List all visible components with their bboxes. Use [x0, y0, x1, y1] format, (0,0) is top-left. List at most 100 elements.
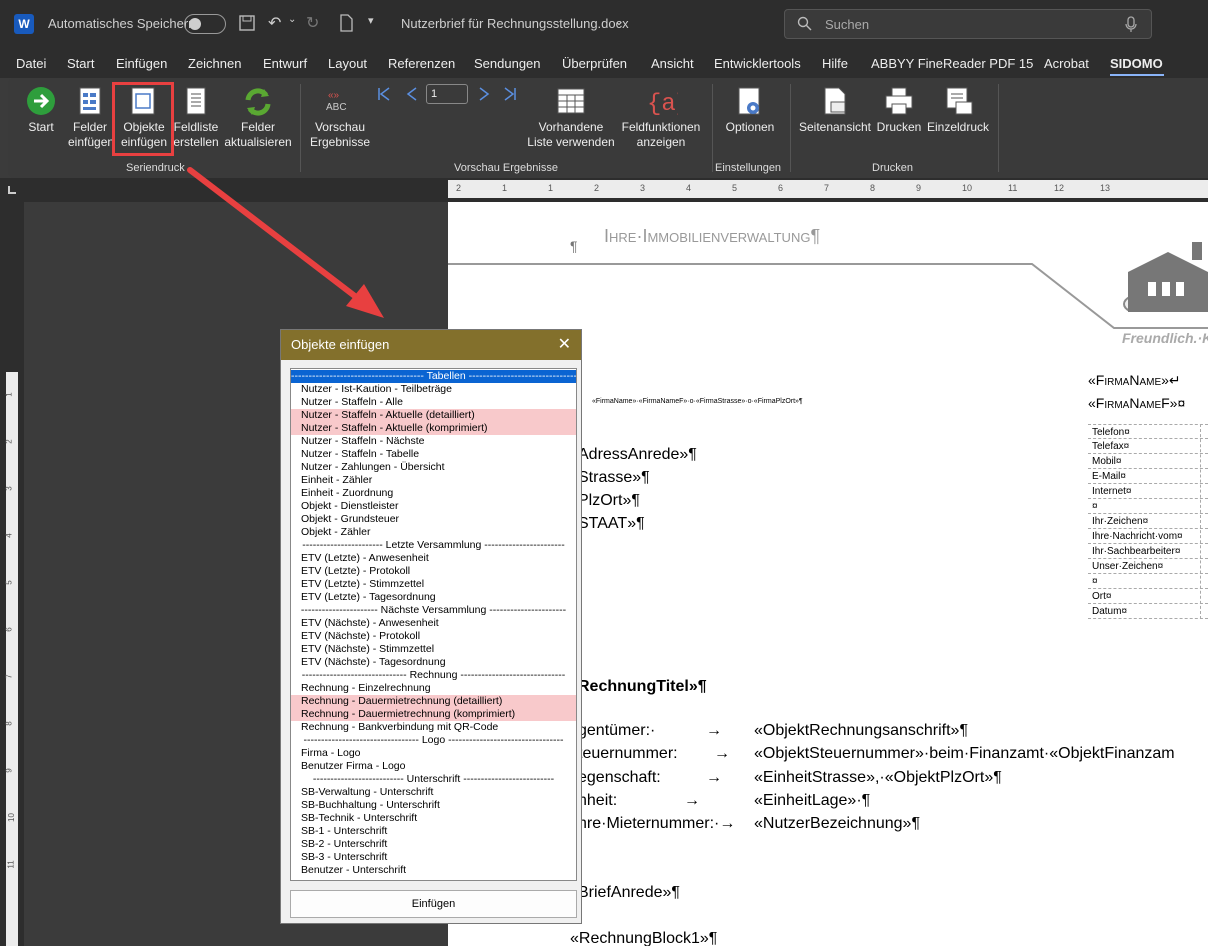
save-icon[interactable] [238, 14, 256, 32]
list-item[interactable]: Benutzer - Unterschrift [291, 864, 576, 877]
menu-hilfe[interactable]: Hilfe [822, 56, 848, 71]
list-item[interactable]: Rechnung - Einzelrechnung [291, 682, 576, 695]
list-item[interactable]: ETV (Letzte) - Protokoll [291, 565, 576, 578]
list-item[interactable]: Nutzer - Staffeln - Aktuelle (komprimier… [291, 422, 576, 435]
list-item[interactable]: ETV (Nächste) - Stimmzettel [291, 643, 576, 656]
menu-datei[interactable]: Datei [16, 56, 46, 71]
list-group-header[interactable]: --------------------------------- Logo -… [291, 734, 576, 747]
ruler-number: 8 [870, 183, 876, 193]
redo-icon[interactable]: ↻ [306, 13, 319, 33]
list-item[interactable]: Benutzer Firma - Logo [291, 760, 576, 773]
menu-start[interactable]: Start [67, 56, 94, 71]
list-group-header[interactable]: -------------------------------------- T… [291, 370, 576, 383]
microphone-icon[interactable] [1125, 16, 1137, 34]
undo-dropdown-icon[interactable]: ⌄ [288, 14, 296, 25]
objects-listbox[interactable]: -------------------------------------- T… [290, 368, 577, 881]
ruler-number: 13 [1100, 183, 1111, 193]
vertical-ruler-number: 4 [4, 533, 14, 538]
optionen-button[interactable]: Optionen [718, 82, 782, 156]
record-number-input[interactable]: 1 [426, 84, 468, 104]
felder-aktualisieren-button[interactable]: Felder aktualisieren [222, 82, 294, 156]
list-item[interactable]: SB-3 - Unterschrift [291, 851, 576, 864]
feldliste-erstellen-button[interactable]: Feldliste erstellen [172, 82, 220, 156]
undo-icon[interactable]: ↶ [268, 13, 281, 33]
vertical-ruler-area: 1 2 3 4 5 6 7 8 9 10 11 [4, 372, 18, 946]
list-item[interactable]: ETV (Nächste) - Protokoll [291, 630, 576, 643]
list-group-header[interactable]: -------------------------- Unterschrift … [291, 773, 576, 786]
list-item[interactable]: ETV (Letzte) - Anwesenheit [291, 552, 576, 565]
vorhandene-liste-button[interactable]: Vorhandene Liste verwenden [526, 82, 616, 156]
page-view-icon [824, 87, 846, 115]
next-record-icon[interactable] [476, 86, 492, 102]
list-item[interactable]: Nutzer - Staffeln - Alle [291, 396, 576, 409]
list-group-header[interactable]: ----------------------- Letzte Versammlu… [291, 539, 576, 552]
list-item[interactable]: Nutzer - Ist-Kaution - Teilbeträge [291, 383, 576, 396]
list-item[interactable]: Rechnung - Dauermietrechnung (detaillier… [291, 695, 576, 708]
list-group-header[interactable]: ---------------------- Nächste Versammlu… [291, 604, 576, 617]
vertical-ruler-number: 9 [4, 768, 14, 773]
svg-text:ABC: ABC [326, 102, 347, 113]
felder-einfuegen-button[interactable]: Felder einfügen [68, 82, 114, 156]
einfuegen-button[interactable]: Einfügen [290, 890, 577, 918]
einzeldruck-button[interactable]: Einzeldruck [926, 82, 990, 156]
menu-layout[interactable]: Layout [328, 56, 367, 71]
tab-selector-icon[interactable] [8, 186, 16, 194]
list-item[interactable]: SB-Verwaltung - Unterschrift [291, 786, 576, 799]
previous-record-icon[interactable] [404, 86, 420, 102]
list-item[interactable]: Objekt - Grundsteuer [291, 513, 576, 526]
menu-abbyy[interactable]: ABBYY FineReader PDF 15 [871, 56, 1033, 71]
list-item[interactable]: Nutzer - Staffeln - Tabelle [291, 448, 576, 461]
list-item[interactable]: ETV (Letzte) - Stimmzettel [291, 578, 576, 591]
menu-sidomo[interactable]: SIDOMO [1110, 56, 1163, 71]
list-item[interactable]: ETV (Letzte) - Tagesordnung [291, 591, 576, 604]
list-item[interactable]: ETV (Nächste) - Anwesenheit [291, 617, 576, 630]
menu-ueberpruefen[interactable]: Überprüfen [562, 56, 627, 71]
list-item[interactable]: SB-1 - Unterschrift [291, 825, 576, 838]
vorschau-ergebnisse-button[interactable]: «» ABC Vorschau Ergebnisse [308, 82, 372, 156]
info-table-row: Datum¤ [1088, 604, 1208, 619]
ruler-number: 1 [548, 183, 554, 193]
list-item[interactable]: Nutzer - Staffeln - Aktuelle (detaillier… [291, 409, 576, 422]
list-group-header[interactable]: ------------------------------ Rechnung … [291, 669, 576, 682]
list-item[interactable]: Objekt - Dienstleister [291, 500, 576, 513]
list-item[interactable]: SB-Technik - Unterschrift [291, 812, 576, 825]
document-title[interactable]: Nutzerbrief für Rechnungsstellung.docx [401, 16, 629, 31]
start-button[interactable]: Start [22, 82, 60, 146]
list-item[interactable]: Nutzer - Staffeln - Nächste [291, 435, 576, 448]
list-item[interactable]: Einheit - Zuordnung [291, 487, 576, 500]
menu-entwicklertools[interactable]: Entwicklertools [714, 56, 801, 71]
active-tab-indicator [1110, 74, 1164, 76]
menu-entwurf[interactable]: Entwurf [263, 56, 307, 71]
last-record-icon[interactable] [502, 86, 518, 102]
feldfunktionen-button[interactable]: {a} Feldfunktionen anzeigen [616, 82, 706, 156]
menu-zeichnen[interactable]: Zeichnen [188, 56, 241, 71]
vertical-ruler-number: 8 [4, 721, 14, 726]
list-item[interactable]: Objekt - Zähler [291, 526, 576, 539]
list-item[interactable]: Einheit - Zähler [291, 474, 576, 487]
seitenansicht-button[interactable]: Seitenansicht [798, 82, 872, 156]
info-table-row: Ihr·Zeichen¤ [1088, 514, 1208, 529]
list-item[interactable]: Firma - Logo [291, 747, 576, 760]
menu-acrobat[interactable]: Acrobat [1044, 56, 1089, 71]
close-icon[interactable]: ✕ [558, 330, 571, 360]
menu-sendungen[interactable]: Sendungen [474, 56, 541, 71]
menu-einfuegen[interactable]: Einfügen [116, 56, 167, 71]
menu-referenzen[interactable]: Referenzen [388, 56, 455, 71]
list-item[interactable]: Rechnung - Bankverbindung mit QR-Code [291, 721, 576, 734]
list-item[interactable]: SB-2 - Unterschrift [291, 838, 576, 851]
info-table-row: Ihr·Sachbearbeiter¤ [1088, 544, 1208, 559]
list-item[interactable]: Rechnung - Dauermietrechnung (komprimier… [291, 708, 576, 721]
drucken-label: Drucken [876, 120, 922, 134]
field-value-3: «EinheitStrasse»,·«ObjektPlzOrt»¶ [754, 769, 1002, 786]
list-item[interactable]: SB-Buchhaltung - Unterschrift [291, 799, 576, 812]
search-box[interactable]: Suchen [784, 9, 1152, 39]
list-item[interactable]: Nutzer - Zahlungen - Übersicht [291, 461, 576, 474]
menu-ansicht[interactable]: Ansicht [651, 56, 694, 71]
list-item[interactable]: ETV (Nächste) - Tagesordnung [291, 656, 576, 669]
print-preview-icon[interactable] [338, 14, 354, 32]
title-dropdown-icon[interactable]: ⌄ [614, 14, 624, 28]
customize-toolbar-icon[interactable]: ▾ [368, 14, 374, 27]
first-record-icon[interactable] [376, 86, 392, 102]
autosave-toggle[interactable] [184, 14, 226, 34]
drucken-button[interactable]: Drucken [874, 82, 924, 156]
